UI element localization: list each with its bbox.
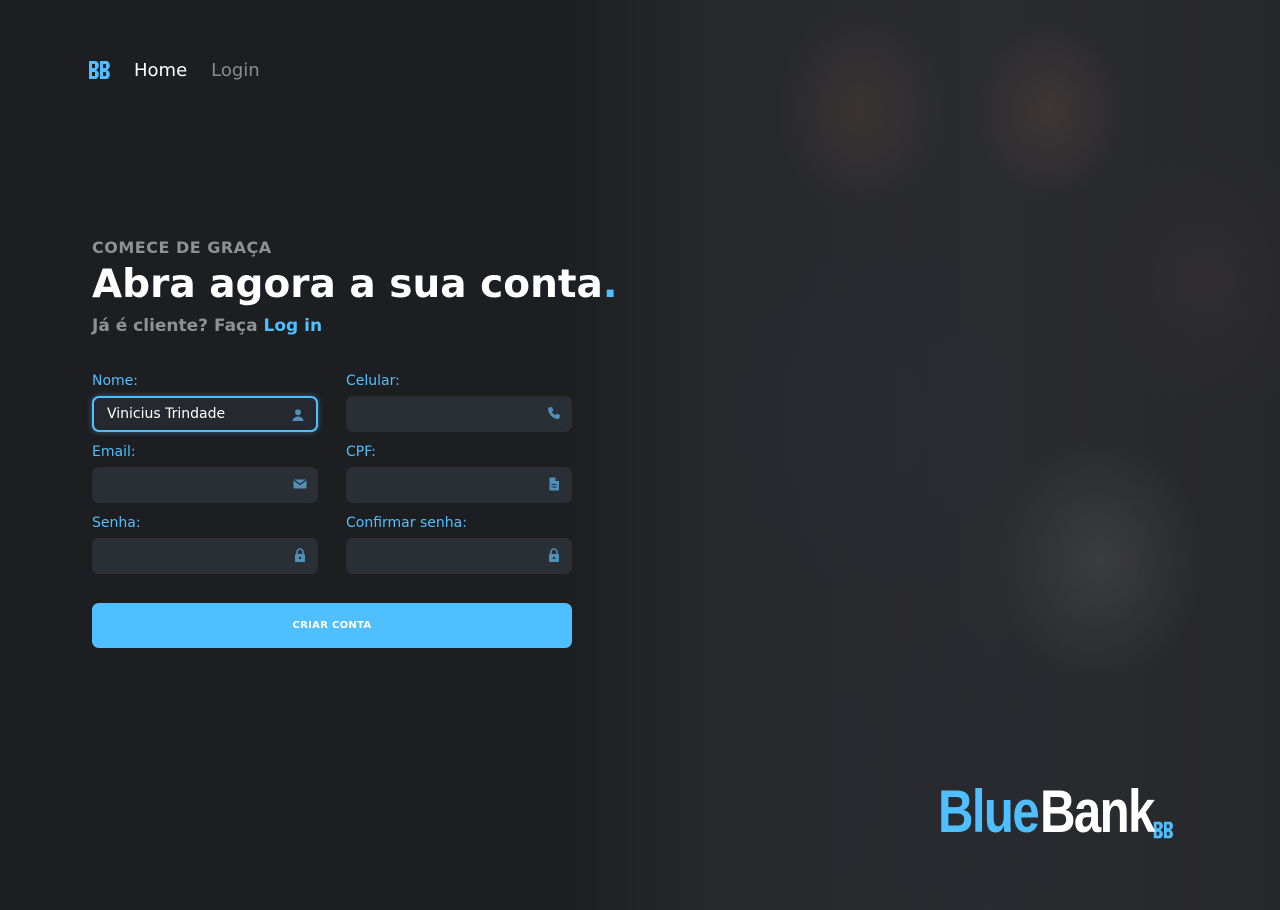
page-title-text: Abra agora a sua conta	[92, 262, 603, 307]
document-icon	[549, 477, 559, 491]
envelope-icon	[293, 479, 307, 489]
celular-label: Celular:	[346, 373, 400, 389]
confirmar-senha-field: Confirmar senha:	[346, 515, 572, 574]
nav-login-link[interactable]: Login	[211, 60, 260, 81]
login-prompt-text: Já é cliente? Faça	[92, 316, 258, 336]
email-input[interactable]	[92, 467, 318, 503]
celular-input-wrap	[346, 396, 572, 432]
senha-input[interactable]	[92, 538, 318, 574]
senha-input-wrap	[92, 538, 318, 574]
nav-home-link[interactable]: Home	[134, 60, 187, 81]
page-title-dot: .	[602, 262, 618, 307]
bluebank-logo-icon	[1153, 821, 1173, 839]
brand-wordmark: Blue Bank	[938, 780, 1175, 844]
background-photo	[560, 0, 1280, 910]
cpf-input-wrap	[346, 467, 572, 503]
criar-conta-button[interactable]: CRIAR CONTA	[92, 603, 572, 648]
confirmar-senha-input-wrap	[346, 538, 572, 574]
brand-blue: Blue	[938, 778, 1040, 845]
lock-icon	[549, 548, 559, 562]
celular-input[interactable]	[346, 396, 572, 432]
cpf-label: CPF:	[346, 444, 376, 460]
phone-icon	[547, 407, 560, 420]
user-icon	[292, 409, 304, 421]
nome-label: Nome:	[92, 373, 139, 389]
top-nav: Home Login	[86, 56, 284, 84]
login-prompt: Já é cliente? Faça Log in	[92, 316, 322, 336]
page-title: Abra agora a sua conta.	[92, 262, 618, 307]
email-label: Email:	[92, 444, 136, 460]
senha-field: Senha:	[92, 515, 318, 574]
nome-input-wrap	[92, 396, 318, 432]
email-field: Email:	[92, 444, 318, 503]
senha-label: Senha:	[92, 515, 141, 531]
confirmar-senha-label: Confirmar senha:	[346, 515, 467, 531]
login-prompt-link[interactable]: Log in	[264, 316, 323, 336]
lock-icon	[295, 548, 305, 562]
nome-field: Nome:	[92, 373, 318, 432]
brand-bank: Bank	[1040, 778, 1155, 845]
cpf-input[interactable]	[346, 467, 572, 503]
celular-field: Celular:	[346, 373, 572, 432]
hero-eyebrow: COMECE DE GRAÇA	[92, 238, 272, 257]
bluebank-logo-icon[interactable]	[86, 57, 112, 83]
confirmar-senha-input[interactable]	[346, 538, 572, 574]
cpf-field: CPF:	[346, 444, 572, 503]
email-input-wrap	[92, 467, 318, 503]
nome-input[interactable]	[94, 398, 316, 430]
